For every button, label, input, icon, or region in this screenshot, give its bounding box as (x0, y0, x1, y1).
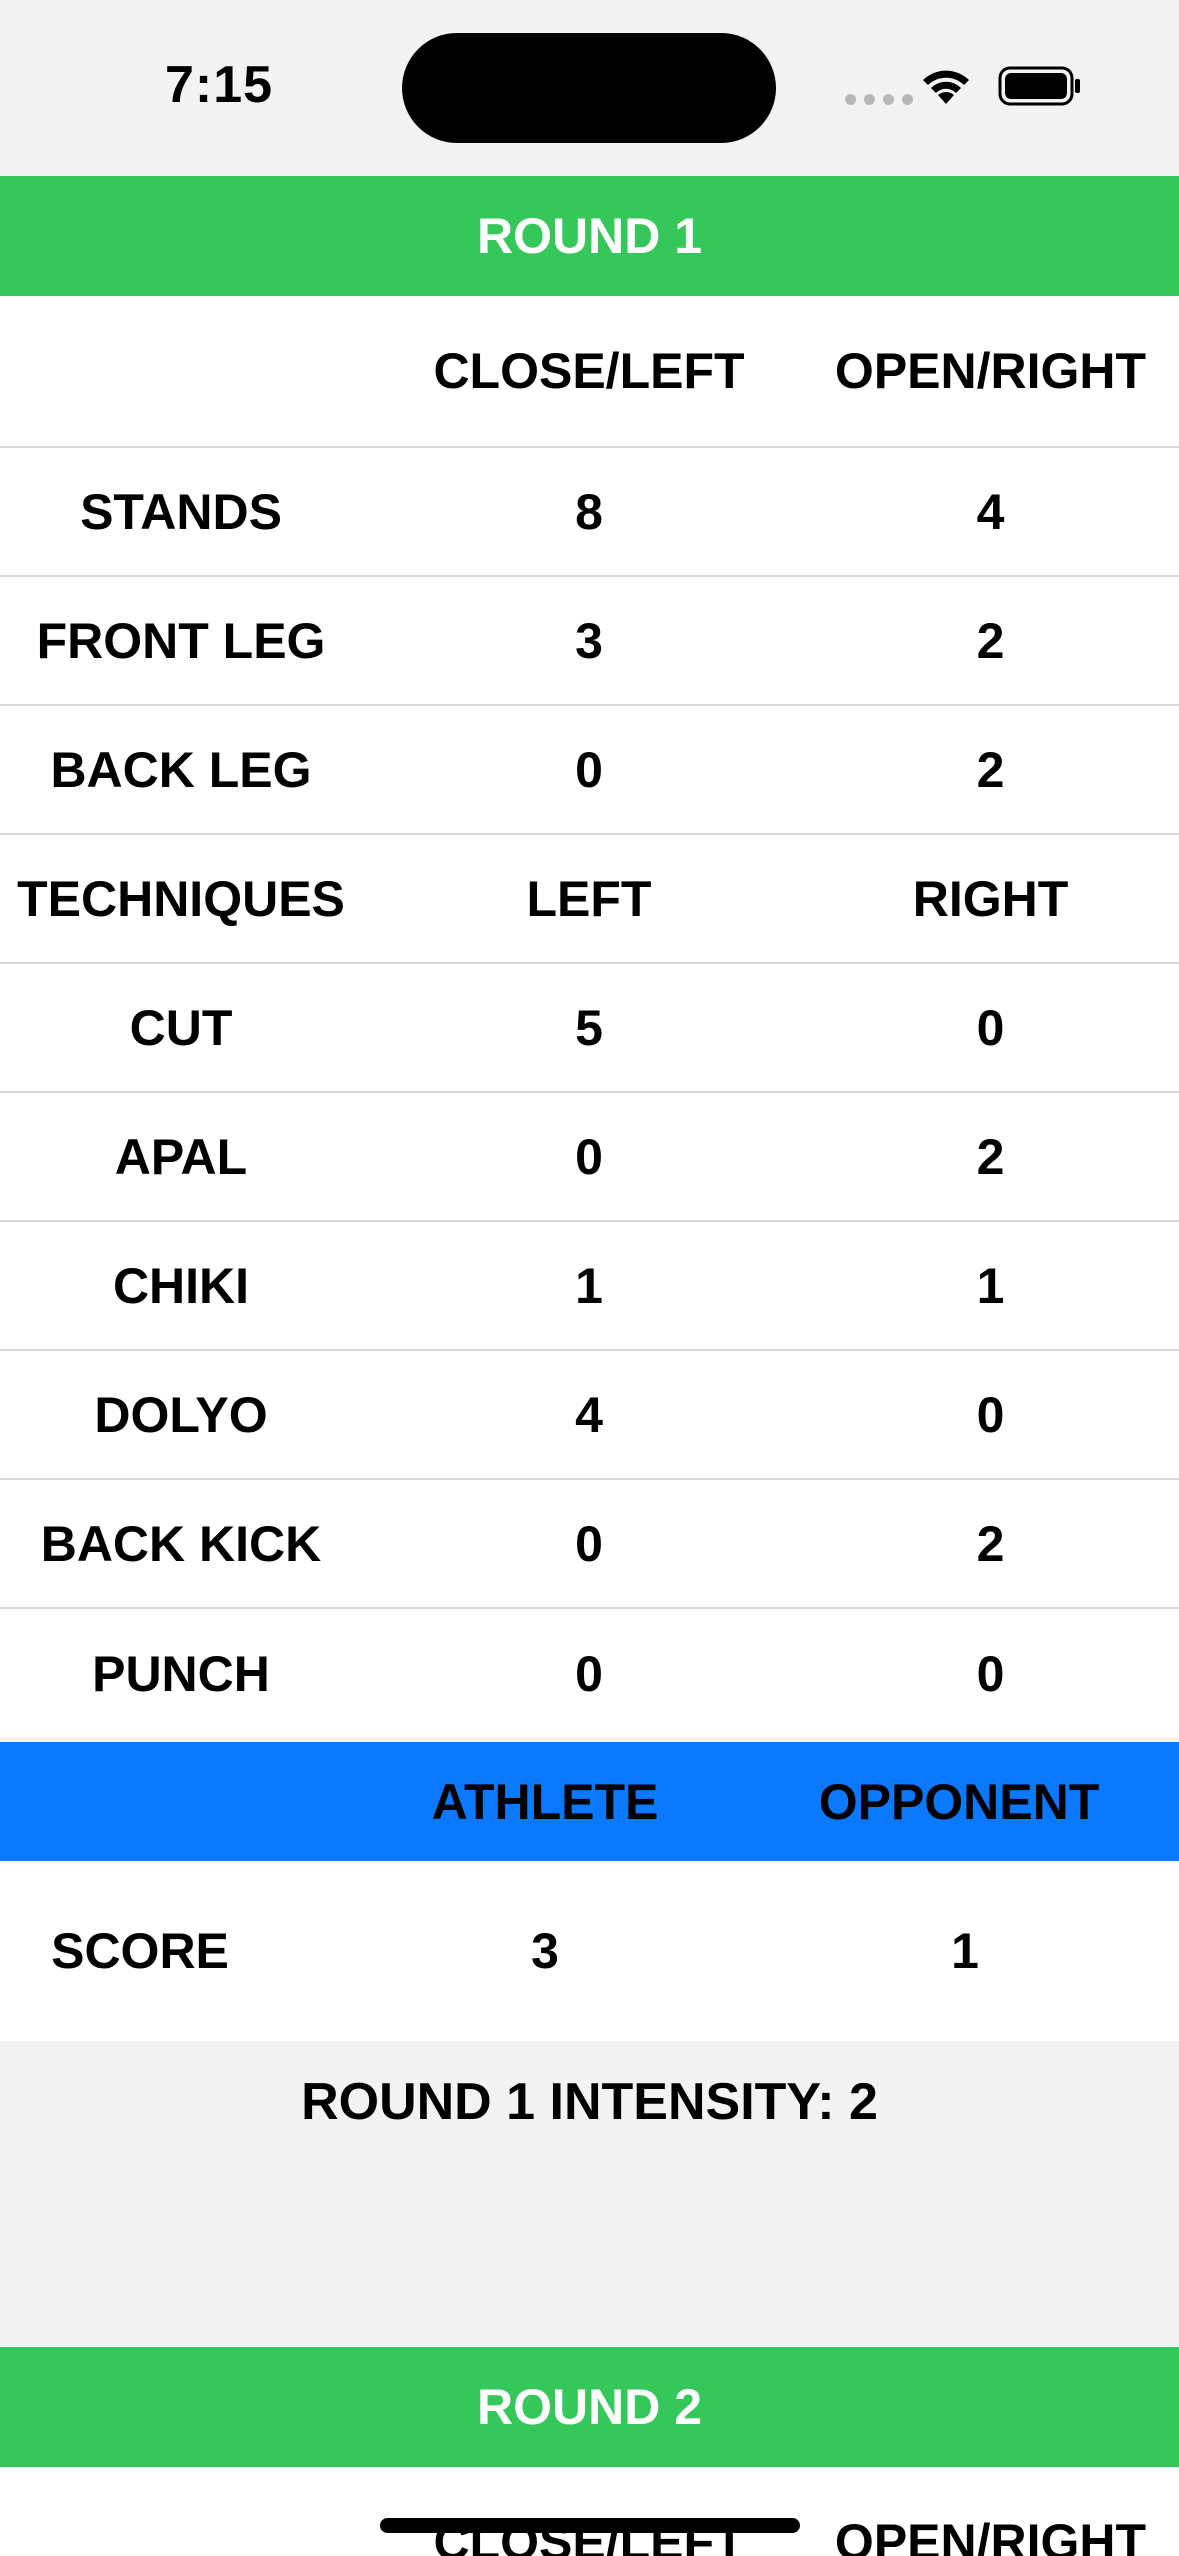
row-value-left: 4 (575, 1386, 603, 1443)
row-value-left: 0 (575, 1645, 603, 1702)
row-label: DOLYO (94, 1386, 268, 1443)
row-value-right: 4 (976, 483, 1005, 540)
row-value-left: 3 (575, 612, 603, 669)
row-value-right: 2 (976, 1515, 1005, 1572)
column-header-close-left: CLOSE/LEFT (433, 343, 745, 399)
row-value-left: 5 (575, 999, 603, 1056)
column-header-left: LEFT (526, 870, 652, 927)
row-value-right: 2 (976, 612, 1005, 669)
round-1-header: ROUND 1 (0, 176, 1179, 296)
table-row: BACK LEG 0 2 (0, 706, 1179, 835)
table-row: DOLYO 4 0 (0, 1351, 1179, 1480)
column-header-open-right: OPEN/RIGHT (834, 2514, 1147, 2556)
column-header-open-right: OPEN/RIGHT (834, 343, 1147, 399)
round-intensity: ROUND 1 INTENSITY: 2 (301, 2073, 878, 2131)
opponent-score: 1 (951, 1923, 979, 1979)
row-value-right: 0 (976, 1386, 1005, 1443)
row-label: BACK LEG (50, 741, 312, 798)
row-value-left: 0 (575, 1128, 603, 1185)
round-2-table: CLOSE/LEFT OPEN/RIGHT (0, 2467, 1179, 2556)
row-label: STANDS (80, 483, 282, 540)
table-header-row: CLOSE/LEFT OPEN/RIGHT (0, 296, 1179, 448)
row-value-left: 0 (575, 1515, 603, 1572)
row-label: CHIKI (112, 1257, 250, 1314)
table-row: CUT 5 0 (0, 964, 1179, 1093)
column-header-label (0, 2467, 362, 2556)
row-label: BACK KICK (40, 1515, 322, 1572)
round-1-table: CLOSE/LEFT OPEN/RIGHT STANDS 8 4 FRONT L… (0, 296, 1179, 1738)
round-2-header: ROUND 2 (0, 2347, 1179, 2467)
score-label: SCORE (51, 1923, 229, 1979)
table-row: CHIKI 1 1 (0, 1222, 1179, 1351)
athlete-score: 3 (531, 1923, 559, 1979)
row-value-right: 2 (976, 741, 1005, 798)
battery-icon (998, 66, 1080, 106)
row-label: PUNCH (92, 1645, 270, 1702)
row-value-left: 0 (575, 741, 603, 798)
row-value-right: 0 (976, 1645, 1005, 1702)
opponent-column-header: OPPONENT (818, 1773, 1100, 1830)
column-header-close-left: CLOSE/LEFT (433, 2514, 745, 2556)
round-stats-screen: 7:15 ROUND 1 CLOSE/LEFT OPEN/RIGHT STAND… (0, 0, 1179, 2556)
row-value-right: 2 (976, 1128, 1005, 1185)
row-value-right: 0 (976, 999, 1005, 1056)
column-header-right: RIGHT (912, 870, 1069, 927)
score-header-bar: ATHLETE OPPONENT (0, 1742, 1179, 1861)
row-label: TECHNIQUES (17, 870, 345, 927)
row-label: FRONT LEG (36, 612, 326, 669)
wifi-icon (923, 70, 969, 104)
row-label: CUT (129, 999, 233, 1056)
techniques-header-row: TECHNIQUES LEFT RIGHT (0, 835, 1179, 964)
row-label: APAL (114, 1128, 248, 1185)
cellular-signal-icon (845, 94, 913, 105)
row-value-left: 8 (575, 483, 603, 540)
table-row: APAL 0 2 (0, 1093, 1179, 1222)
table-row: FRONT LEG 3 2 (0, 577, 1179, 706)
athlete-column-header: ATHLETE (431, 1773, 659, 1830)
table-row: BACK KICK 0 2 (0, 1480, 1179, 1609)
status-time: 7:15 (165, 56, 274, 114)
row-value-right: 1 (976, 1257, 1005, 1314)
score-row: SCORE 3 1 (0, 1861, 1179, 2041)
status-bar: 7:15 (0, 0, 1179, 176)
column-header-label (0, 296, 362, 446)
home-indicator[interactable] (380, 2518, 800, 2533)
row-value-left: 1 (575, 1257, 603, 1314)
dynamic-island (402, 33, 776, 143)
table-row: STANDS 8 4 (0, 448, 1179, 577)
table-row: PUNCH 0 0 (0, 1609, 1179, 1738)
